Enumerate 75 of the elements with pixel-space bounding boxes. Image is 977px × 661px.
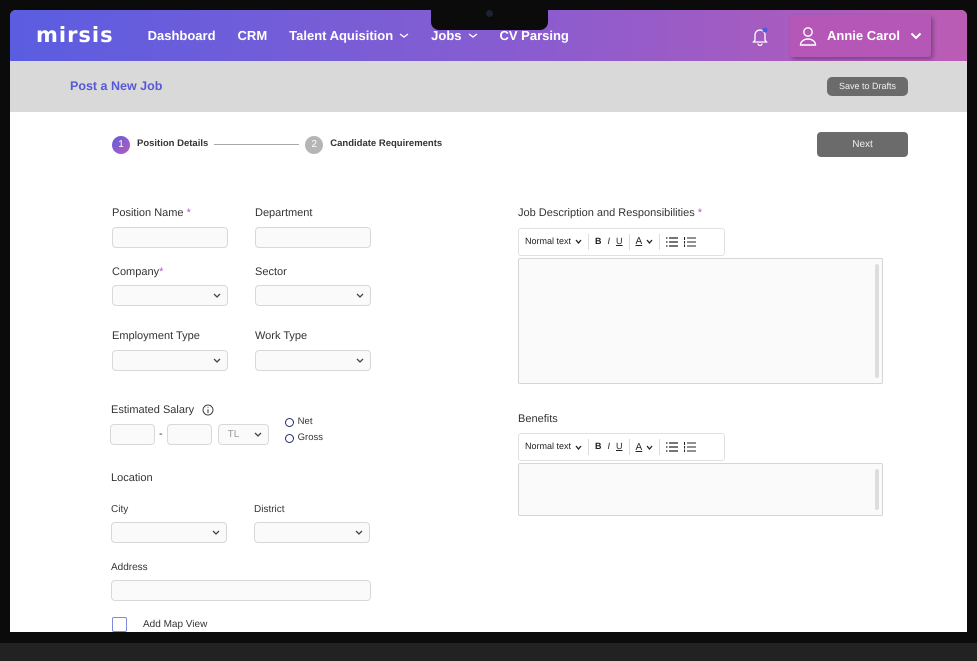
notification-bell-icon[interactable] (750, 26, 770, 46)
radio-option[interactable]: Gross (284, 431, 324, 446)
step-tab[interactable]: 2 Candidate Requirements (305, 136, 442, 154)
bulleted-list-icon[interactable] (666, 236, 678, 246)
nav-link[interactable]: CV Parsing (500, 26, 569, 46)
bulleted-list-icon[interactable] (666, 442, 678, 452)
caret-icon (213, 293, 221, 298)
field-label: Employment Type (112, 329, 201, 344)
caret-icon (356, 293, 364, 298)
text-style-dropdown[interactable]: Normal text (525, 234, 582, 248)
step-number: 2 (305, 136, 324, 154)
radio-option[interactable]: Net (284, 415, 324, 430)
caret-icon (646, 444, 654, 450)
input-field[interactable] (166, 424, 212, 445)
field-label: Company* (112, 264, 164, 280)
caret-icon (356, 358, 364, 362)
text-editor[interactable] (518, 258, 883, 384)
next-button[interactable]: Next (817, 132, 908, 157)
logo: mirsis (36, 22, 114, 49)
numbered-list-icon[interactable] (684, 236, 696, 246)
page-title: Post a New Job (70, 78, 162, 96)
text-color-button[interactable]: A (636, 234, 654, 249)
caret-icon (646, 239, 654, 244)
field-label: Department (255, 206, 314, 221)
italic-button[interactable]: I (608, 440, 610, 454)
checkbox-option[interactable]: Add Map View (112, 617, 372, 632)
section-heading: Location (111, 470, 154, 486)
caret-icon (355, 530, 363, 535)
step-number: 1 (112, 136, 130, 154)
field-label: Benefits (518, 412, 559, 426)
caret-icon (468, 33, 478, 38)
nav-link[interactable]: CRM (238, 26, 268, 46)
info-icon[interactable] (202, 404, 214, 416)
caret-icon (575, 239, 582, 244)
text-color-button[interactable]: A (636, 440, 654, 454)
select-field[interactable] (112, 350, 228, 370)
field-label: Work Type (255, 329, 308, 344)
bold-button[interactable]: B (595, 440, 602, 454)
select-field[interactable] (112, 285, 228, 306)
caret-icon (254, 432, 262, 437)
nav-link[interactable]: Jobs (431, 26, 478, 46)
text-editor[interactable] (518, 463, 883, 516)
text-style-dropdown[interactable]: Normal text (525, 440, 582, 454)
nav-link[interactable]: Dashboard (148, 26, 216, 46)
range-separator: - (159, 427, 163, 442)
select-field[interactable] (255, 350, 371, 370)
save-drafts-button[interactable]: Save to Drafts (826, 76, 908, 96)
underline-button[interactable]: U (616, 234, 623, 248)
field-label: District (254, 503, 286, 517)
caret-icon (212, 530, 220, 535)
field-label: Position Name * (112, 206, 192, 221)
caret-icon (575, 444, 582, 450)
input-field[interactable] (111, 580, 371, 601)
input-field[interactable] (110, 424, 155, 445)
caret-icon (910, 32, 922, 40)
field-label: Sector (255, 264, 288, 280)
nav-link[interactable]: Talent Aquisition (289, 26, 410, 46)
user-icon (799, 26, 818, 46)
field-label: Job Description and Responsibilities * (518, 206, 704, 221)
underline-button[interactable]: U (616, 440, 623, 454)
field-label: Address (111, 561, 149, 575)
select-field[interactable] (255, 285, 371, 306)
input-field[interactable] (255, 226, 371, 248)
user-menu-button[interactable]: Annie Carol (790, 14, 931, 57)
input-field[interactable] (112, 226, 228, 248)
field-label: Estimated Salary (111, 402, 194, 418)
caret-icon (213, 358, 221, 362)
select-field[interactable] (254, 522, 370, 543)
caret-icon (399, 33, 410, 38)
numbered-list-icon[interactable] (684, 442, 696, 452)
field-label: City (111, 503, 130, 517)
italic-button[interactable]: I (608, 234, 610, 248)
step-tab[interactable]: 1 Position Details (112, 136, 208, 154)
select-field[interactable] (111, 522, 227, 543)
bold-button[interactable]: B (595, 234, 602, 248)
